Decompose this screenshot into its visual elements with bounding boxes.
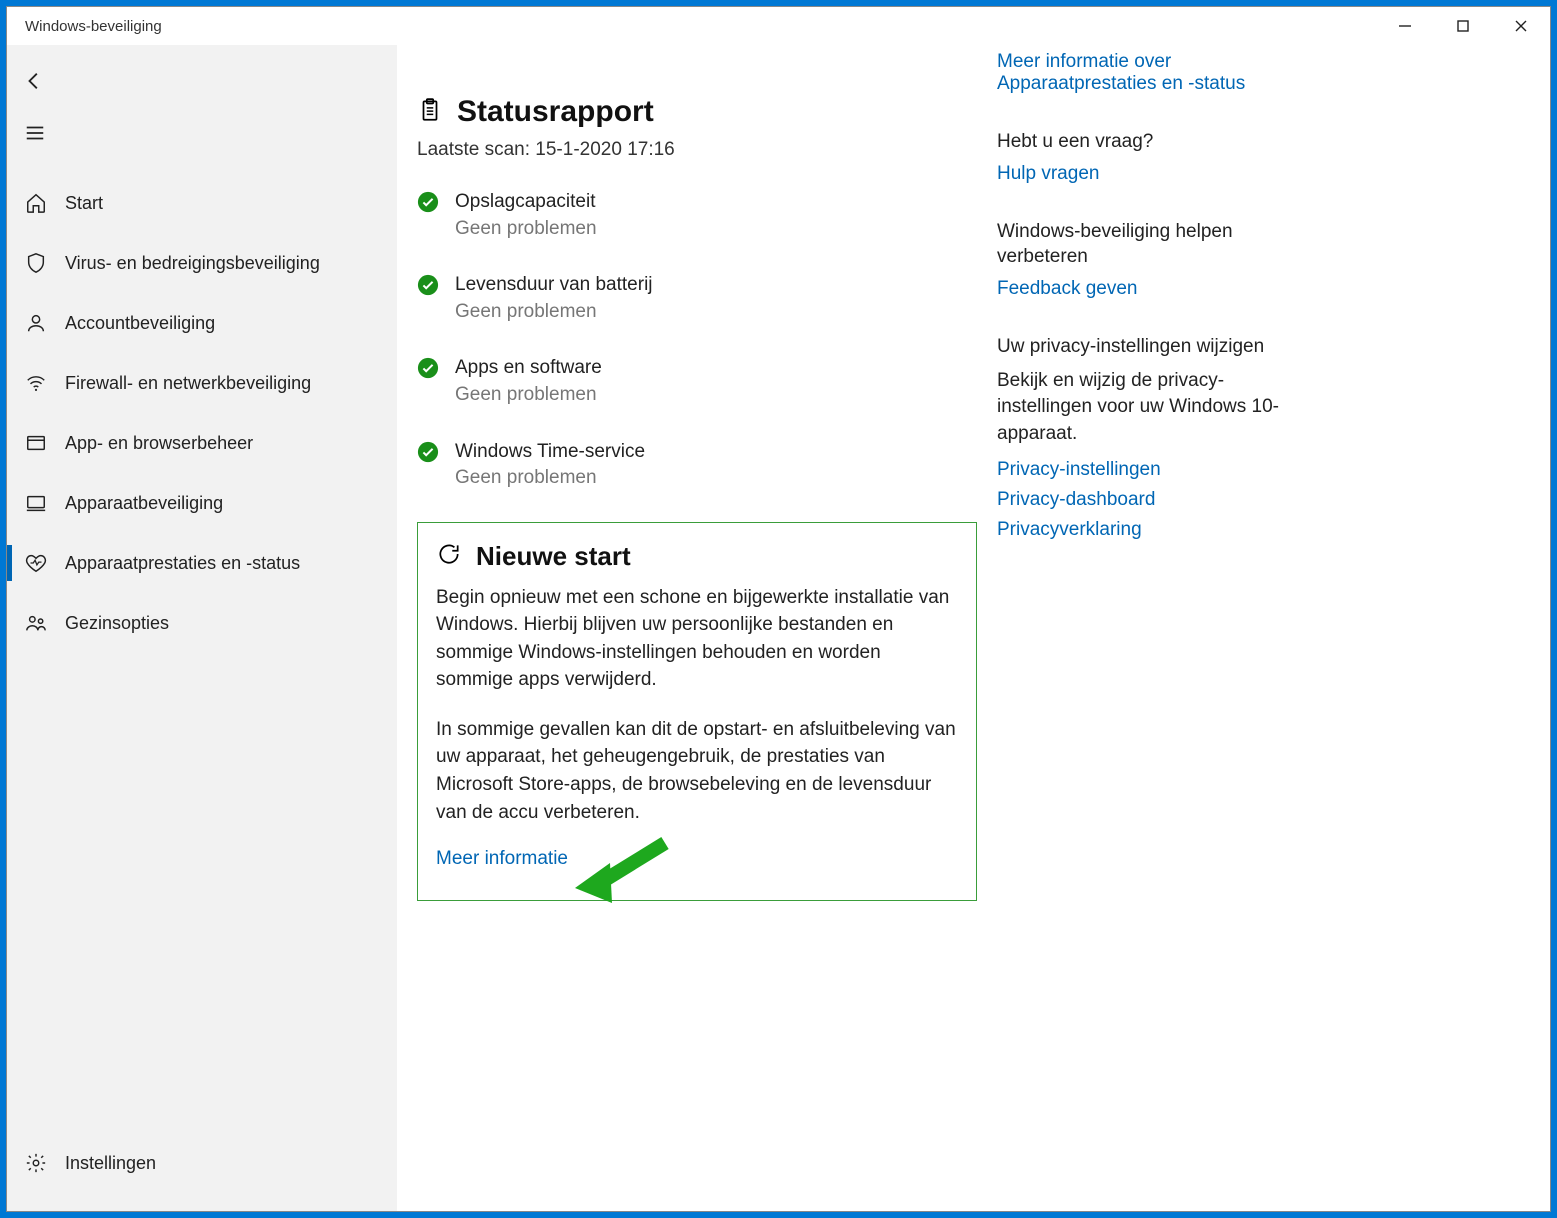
status-label: Opslagcapaciteit [455, 189, 597, 216]
aside-column: Meer informatie over Apparaatprestaties … [977, 45, 1317, 1191]
browser-icon [25, 432, 61, 454]
person-icon [25, 312, 61, 334]
check-icon [417, 441, 439, 463]
sidebar-item-performance[interactable]: Apparaatprestaties en -status [7, 533, 397, 593]
check-icon [417, 274, 439, 296]
shield-icon [25, 252, 61, 274]
aside-question: Hebt u een vraag? Hulp vragen [997, 129, 1317, 185]
refresh-icon [436, 541, 462, 572]
sidebar-item-label: Instellingen [61, 1153, 156, 1174]
back-arrow-icon [24, 70, 46, 92]
status-sub: Geen problemen [455, 465, 645, 492]
privacy-dashboard-link[interactable]: Privacy-dashboard [997, 489, 1317, 511]
heart-icon [25, 552, 61, 574]
sidebar-item-label: Accountbeveiliging [61, 313, 215, 334]
annotation-arrow [570, 833, 670, 908]
window-controls [1376, 7, 1550, 45]
aside-title: Hebt u een vraag? [997, 129, 1317, 155]
status-item-apps: Apps en software Geen problemen [417, 355, 977, 408]
status-label: Levensduur van batterij [455, 272, 653, 299]
aside-more-info: Meer informatie over Apparaatprestaties … [997, 51, 1317, 95]
status-report-title: Statusrapport [457, 95, 654, 129]
app-window: Windows-beveiliging Start Virus- en bed [6, 6, 1551, 1212]
sidebar-item-label: Apparaatprestaties en -status [61, 553, 300, 574]
sidebar-item-label: App- en browserbeheer [61, 433, 253, 454]
minimize-button[interactable] [1376, 7, 1434, 45]
window-title: Windows-beveiliging [25, 18, 162, 35]
sidebar-item-settings[interactable]: Instellingen [7, 1133, 397, 1193]
sidebar-item-account[interactable]: Accountbeveiliging [7, 293, 397, 353]
gear-icon [25, 1152, 61, 1174]
more-info-link[interactable]: Meer informatie over Apparaatprestaties … [997, 51, 1317, 95]
titlebar: Windows-beveiliging [7, 7, 1550, 45]
status-item-battery: Levensduur van batterij Geen problemen [417, 272, 977, 325]
feedback-link[interactable]: Feedback geven [997, 278, 1317, 300]
sidebar: Start Virus- en bedreigingsbeveiliging A… [7, 45, 397, 1211]
maximize-button[interactable] [1434, 7, 1492, 45]
main-area: Statusrapport Laatste scan: 15-1-2020 17… [397, 45, 1550, 1211]
close-icon [1514, 19, 1528, 33]
fresh-start-title: Nieuwe start [476, 541, 631, 572]
status-sub: Geen problemen [455, 382, 602, 409]
last-scan-text: Laatste scan: 15-1-2020 17:16 [417, 139, 977, 161]
help-link[interactable]: Hulp vragen [997, 163, 1317, 185]
sidebar-item-label: Start [61, 193, 103, 214]
check-icon [417, 191, 439, 213]
maximize-icon [1456, 19, 1470, 33]
family-icon [25, 612, 61, 634]
aside-privacy: Uw privacy-instellingen wijzigen Bekijk … [997, 334, 1317, 541]
status-label: Apps en software [455, 355, 602, 382]
fresh-start-para-2: In sommige gevallen kan dit de opstart- … [436, 716, 958, 826]
status-item-time-service: Windows Time-service Geen problemen [417, 439, 977, 492]
sidebar-item-firewall[interactable]: Firewall- en netwerkbeveiliging [7, 353, 397, 413]
status-sub: Geen problemen [455, 216, 597, 243]
fresh-start-box: Nieuwe start Begin opnieuw met een schon… [417, 522, 977, 901]
fresh-start-more-info-link[interactable]: Meer informatie [436, 848, 958, 870]
device-icon [25, 492, 61, 514]
home-icon [25, 192, 61, 214]
sidebar-item-label: Firewall- en netwerkbeveiliging [61, 373, 311, 394]
status-report-header: Statusrapport [417, 95, 977, 129]
back-button[interactable] [7, 55, 63, 107]
status-item-storage: Opslagcapaciteit Geen problemen [417, 189, 977, 242]
sidebar-item-app-browser[interactable]: App- en browserbeheer [7, 413, 397, 473]
aside-title: Uw privacy-instellingen wijzigen [997, 334, 1317, 360]
sidebar-item-label: Gezinsopties [61, 613, 169, 634]
wifi-icon [25, 372, 61, 394]
sidebar-item-family[interactable]: Gezinsopties [7, 593, 397, 653]
status-label: Windows Time-service [455, 439, 645, 466]
fresh-start-header: Nieuwe start [436, 541, 958, 572]
sidebar-item-label: Virus- en bedreigingsbeveiliging [61, 253, 320, 274]
nav-list: Start Virus- en bedreigingsbeveiliging A… [7, 167, 397, 1133]
menu-button[interactable] [7, 107, 63, 159]
hamburger-icon [24, 122, 46, 144]
check-icon [417, 357, 439, 379]
sidebar-item-start[interactable]: Start [7, 173, 397, 233]
clipboard-icon [417, 97, 443, 128]
fresh-start-para-1: Begin opnieuw met een schone en bijgewer… [436, 584, 958, 694]
aside-title: Windows-beveiliging helpen verbeteren [997, 219, 1317, 270]
minimize-icon [1398, 19, 1412, 33]
aside-improve: Windows-beveiliging helpen verbeteren Fe… [997, 219, 1317, 300]
status-sub: Geen problemen [455, 299, 653, 326]
privacy-settings-link[interactable]: Privacy-instellingen [997, 459, 1317, 481]
close-button[interactable] [1492, 7, 1550, 45]
sidebar-item-device[interactable]: Apparaatbeveiliging [7, 473, 397, 533]
content-column: Statusrapport Laatste scan: 15-1-2020 17… [417, 45, 977, 1191]
privacy-statement-link[interactable]: Privacyverklaring [997, 519, 1317, 541]
sidebar-item-label: Apparaatbeveiliging [61, 493, 223, 514]
sidebar-item-virus[interactable]: Virus- en bedreigingsbeveiliging [7, 233, 397, 293]
aside-body: Bekijk en wijzig de privacy-instellingen… [997, 368, 1317, 448]
